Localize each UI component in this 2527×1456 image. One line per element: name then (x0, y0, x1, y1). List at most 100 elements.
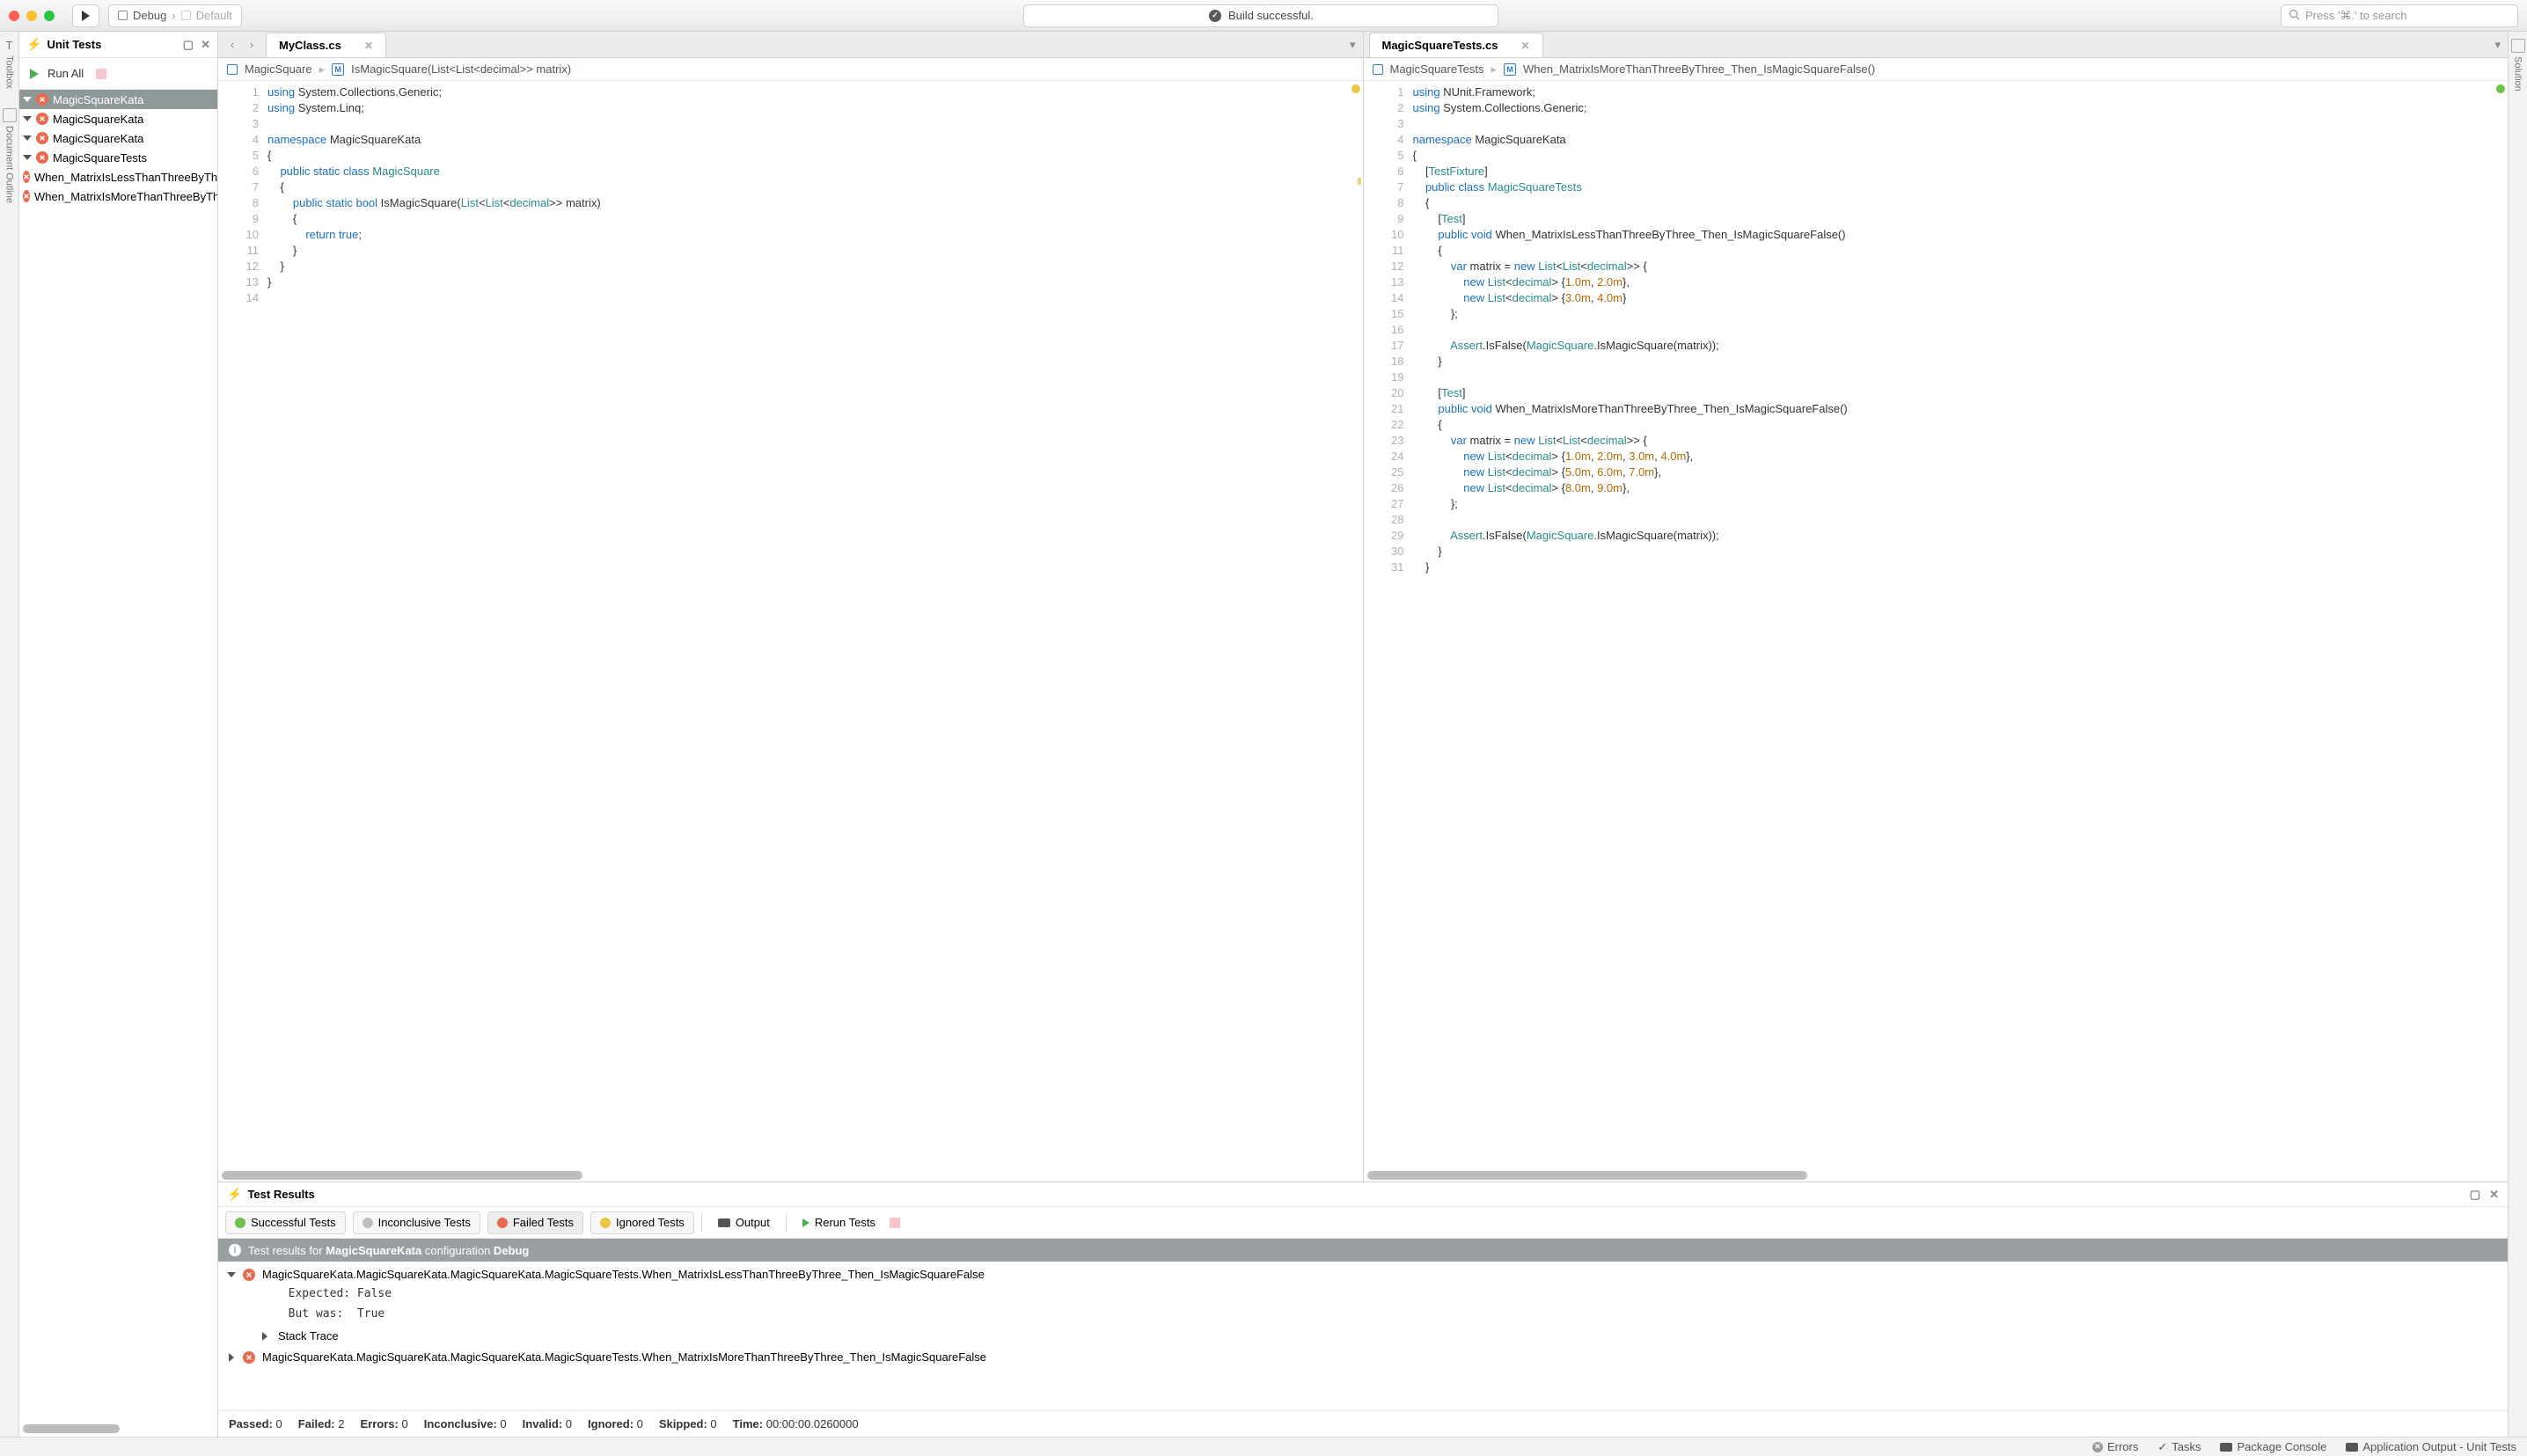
editor-pane-right: MagicSquareTests.cs ✕ ▾ MagicSquareTests… (1364, 32, 2509, 1182)
tab-strip-left: ‹ › MyClass.cs ✕ ▾ (218, 32, 1363, 58)
tree-test-1[interactable]: When_MatrixIsLessThanThreeByThree_Then_I… (19, 167, 217, 187)
tab-tests[interactable]: MagicSquareTests.cs ✕ (1369, 33, 1543, 57)
test-tree: MagicSquareKata MagicSquareKata MagicSqu… (19, 90, 217, 1423)
code-editor-right[interactable]: 1234567891011121314151617181920212223242… (1364, 81, 2509, 1169)
tree-root[interactable]: MagicSquareKata (19, 90, 217, 109)
solution-rail-item[interactable]: Solution (2511, 39, 2525, 91)
tab-dropdown-icon[interactable]: ▾ (2487, 38, 2508, 52)
nav-back-button[interactable]: ‹ (223, 36, 241, 54)
code-content[interactable]: using System.Collections.Generic; using … (267, 81, 1349, 1169)
stack-trace-row[interactable]: Stack Trace (227, 1324, 2499, 1348)
tab-dropdown-icon[interactable]: ▾ (1343, 38, 1363, 52)
results-header: ⚡ Test Results ▢ ✕ (218, 1182, 2508, 1207)
close-window-icon[interactable] (9, 11, 19, 21)
breadcrumb-left[interactable]: MagicSquare ▸ M IsMagicSquare(List<List<… (218, 58, 1363, 81)
close-panel-icon[interactable]: ✕ (2489, 1188, 2499, 1202)
results-filters: Successful Tests Inconclusive Tests Fail… (218, 1207, 2508, 1239)
run-button[interactable] (72, 4, 99, 27)
bolt-icon: ⚡ (26, 37, 41, 52)
project-icon (227, 64, 238, 75)
tree-node-2[interactable]: MagicSquareKata (19, 128, 217, 148)
filter-failed[interactable]: Failed Tests (487, 1211, 583, 1234)
chevron-down-icon (23, 97, 32, 102)
ok-dot-icon (2496, 84, 2505, 93)
horizontal-scrollbar[interactable] (23, 1424, 120, 1433)
rerun-tests-button[interactable]: Rerun Tests (794, 1211, 909, 1234)
toolbox-icon: T (6, 39, 13, 52)
status-tasks[interactable]: Tasks (2157, 1440, 2201, 1454)
title-bar: Debug › Default ✓ Build successful. Pres… (0, 0, 2527, 32)
method-icon: M (332, 63, 344, 76)
terminal-icon (2220, 1443, 2232, 1452)
output-toggle[interactable]: Output (709, 1211, 779, 1234)
undock-icon[interactable]: ▢ (183, 38, 194, 52)
project-icon (1373, 64, 1383, 75)
target-icon (181, 11, 191, 20)
line-gutter: 1234567891011121314151617181920212223242… (1364, 81, 1413, 1169)
marker-column (1349, 81, 1363, 1169)
doc-outline-rail-item[interactable]: Document Outline (3, 108, 17, 203)
chevron-right-icon: ▸ (1491, 62, 1497, 77)
nav-forward-button[interactable]: › (243, 36, 260, 54)
right-tool-rail: Solution (2508, 32, 2527, 1437)
app-body: T Toolbox Document Outline ⚡ Unit Tests … (0, 32, 2527, 1437)
maximize-window-icon[interactable] (44, 11, 55, 21)
terminal-icon (2346, 1443, 2358, 1452)
build-status[interactable]: ✓ Build successful. (1023, 4, 1498, 27)
fail-badge-icon (243, 1269, 255, 1281)
panel-title: Unit Tests (47, 38, 101, 51)
editor-pane-left: ‹ › MyClass.cs ✕ ▾ MagicSquare ▸ M IsMag… (218, 32, 1364, 1182)
marker-column (2494, 81, 2508, 1169)
minimize-window-icon[interactable] (26, 11, 37, 21)
tree-test-2[interactable]: When_MatrixIsMoreThanThreeByThree_Then_I… (19, 187, 217, 206)
status-app-output[interactable]: Application Output - Unit Tests (2346, 1440, 2516, 1453)
close-panel-icon[interactable]: ✕ (201, 38, 210, 52)
status-bar: ✕Errors Tasks Package Console Applicatio… (0, 1437, 2527, 1456)
global-search[interactable]: Press '⌘.' to search (2281, 4, 2518, 27)
chevron-right-icon: ▸ (319, 62, 326, 77)
search-placeholder: Press '⌘.' to search (2305, 9, 2407, 23)
search-icon (2289, 9, 2300, 23)
green-dot-icon (235, 1218, 245, 1228)
play-icon (82, 11, 90, 21)
tab-myclass[interactable]: MyClass.cs ✕ (266, 33, 386, 57)
horizontal-scrollbar[interactable] (222, 1171, 582, 1180)
run-all-button[interactable]: Run All (19, 58, 217, 90)
filter-ignored[interactable]: Ignored Tests (590, 1211, 694, 1234)
close-tab-icon[interactable]: ✕ (1520, 40, 1529, 52)
fail-row-1[interactable]: MagicSquareKata.MagicSquareKata.MagicSqu… (227, 1265, 2499, 1284)
stop-icon[interactable] (890, 1218, 900, 1228)
editor-split: ‹ › MyClass.cs ✕ ▾ MagicSquare ▸ M IsMag… (218, 32, 2508, 1182)
tree-node-3[interactable]: MagicSquareTests (19, 148, 217, 167)
toolbox-rail-item[interactable]: T Toolbox (4, 39, 15, 89)
config-label: Debug (133, 9, 166, 22)
undock-icon[interactable]: ▢ (2470, 1188, 2480, 1202)
fail-row-2[interactable]: MagicSquareKata.MagicSquareKata.MagicSqu… (227, 1348, 2499, 1366)
filter-inconclusive[interactable]: Inconclusive Tests (353, 1211, 480, 1234)
unit-tests-panel: ⚡ Unit Tests ▢ ✕ Run All MagicSquareKata… (19, 32, 218, 1437)
breadcrumb-right[interactable]: MagicSquareTests ▸ M When_MatrixIsMoreTh… (1364, 58, 2509, 81)
stop-icon[interactable] (96, 69, 106, 79)
chevron-right-icon (262, 1332, 267, 1341)
change-marker-icon (1358, 178, 1361, 185)
play-green-icon (802, 1218, 809, 1227)
fail-badge-icon (23, 171, 30, 183)
tree-root-label: MagicSquareKata (53, 93, 143, 106)
config-icon (118, 11, 128, 20)
code-content[interactable]: using NUnit.Framework; using System.Coll… (1413, 81, 2494, 1169)
fail-badge-icon (36, 151, 48, 164)
terminal-icon (718, 1218, 730, 1227)
close-tab-icon[interactable]: ✕ (364, 40, 373, 52)
config-selector[interactable]: Debug › Default (108, 4, 242, 27)
filter-successful[interactable]: Successful Tests (225, 1211, 346, 1234)
fail-badge-icon (36, 132, 48, 144)
fail-detail-expected: Expected: False (227, 1284, 2499, 1304)
panel-header: ⚡ Unit Tests ▢ ✕ (19, 32, 217, 58)
solution-icon (2511, 39, 2525, 53)
bolt-icon: ⚡ (227, 1187, 242, 1202)
horizontal-scrollbar[interactable] (1367, 1171, 1807, 1180)
status-errors[interactable]: ✕Errors (2092, 1440, 2138, 1453)
status-package-console[interactable]: Package Console (2220, 1440, 2326, 1453)
code-editor-left[interactable]: 1234567891011121314 using System.Collect… (218, 81, 1363, 1169)
tree-node-1[interactable]: MagicSquareKata (19, 109, 217, 128)
